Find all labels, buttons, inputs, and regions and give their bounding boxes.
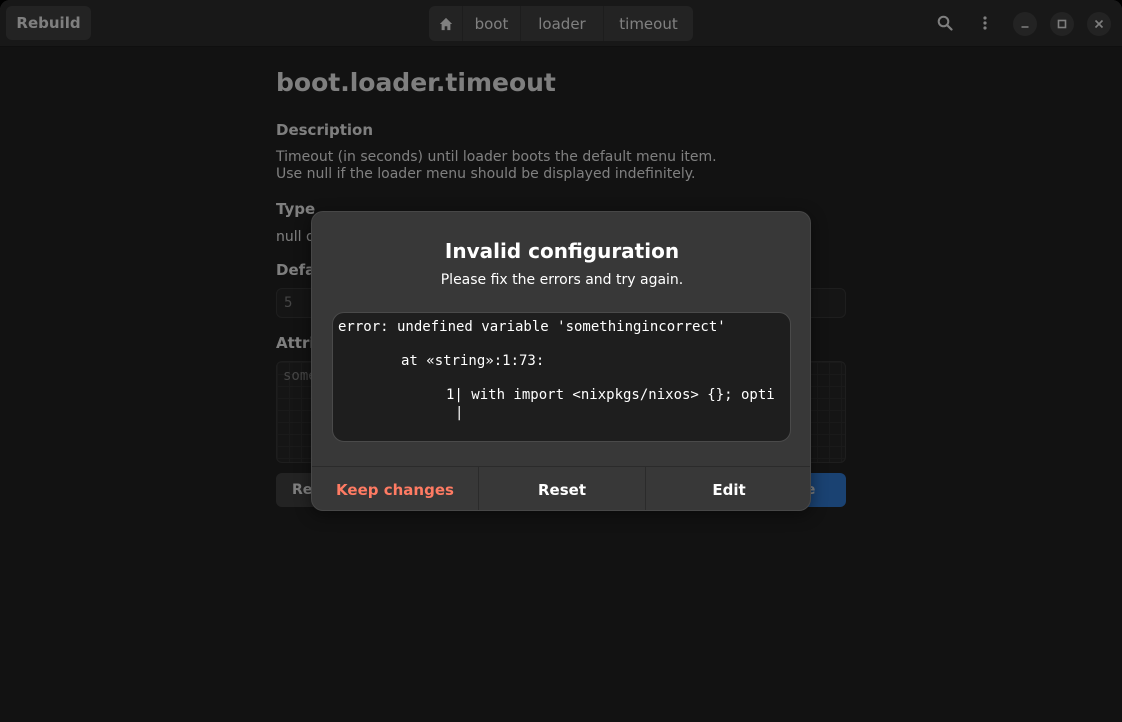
dialog-title: Invalid configuration	[444, 239, 680, 263]
dialog-actions: Keep changes Reset Edit	[312, 466, 810, 510]
error-line: |	[455, 405, 464, 421]
edit-button[interactable]: Edit	[646, 467, 810, 510]
error-line: at «string»:1:73:	[401, 353, 545, 369]
dialog-body: Please fix the errors and try again.	[440, 272, 684, 288]
invalid-configuration-dialog: Invalid configuration Please fix the err…	[311, 211, 811, 511]
dialog-reset-button[interactable]: Reset	[479, 467, 646, 510]
error-line: 1| with import <nixpkgs/nixos> {}; opti	[446, 387, 775, 403]
keep-changes-button[interactable]: Keep changes	[312, 467, 479, 510]
app-window: Rebuild boot loader timeout	[0, 0, 1122, 722]
error-output[interactable]: error: undefined variable 'somethinginco…	[332, 312, 791, 442]
error-line: error: undefined variable 'somethinginco…	[338, 319, 726, 335]
